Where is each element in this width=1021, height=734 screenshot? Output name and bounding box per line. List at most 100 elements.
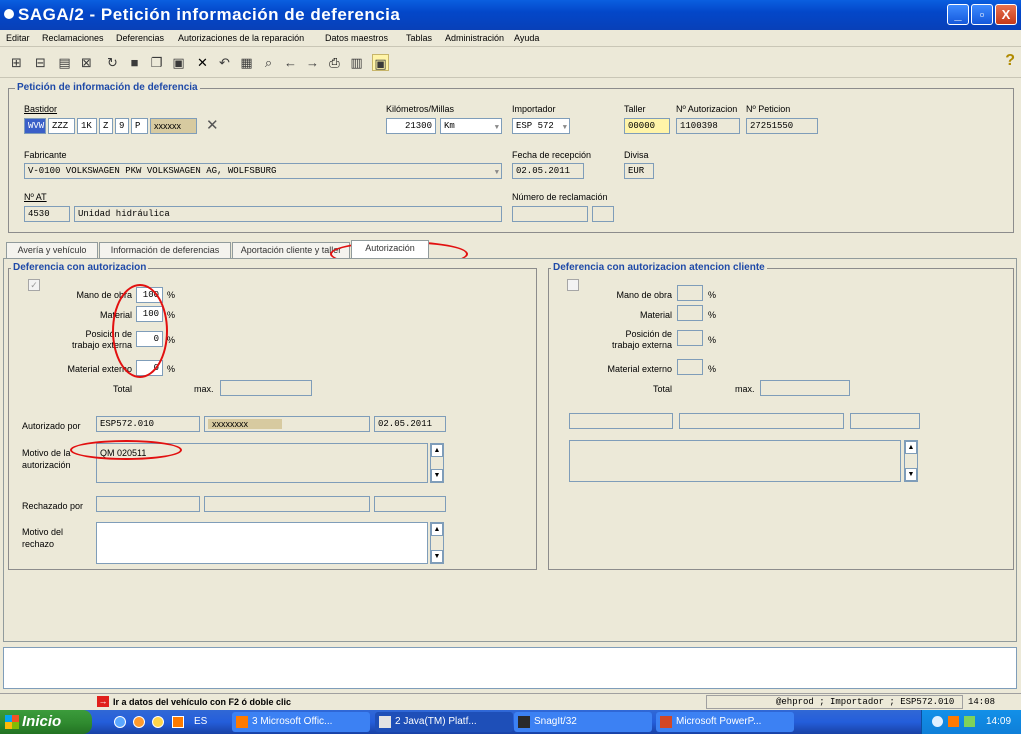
fecha-label: Fecha de recepción [512,150,592,160]
calculator-icon[interactable]: ▣ [372,54,389,71]
at-label: Nº AT [24,192,47,202]
bastidor-vds[interactable]: ZZZ [48,118,75,134]
barcode-icon[interactable]: ▥ [348,54,365,71]
menu-editar[interactable]: Editar [6,33,30,43]
ie-icon[interactable] [114,716,126,728]
km-unit-select[interactable]: Km ▼ [440,118,502,134]
print-icon[interactable]: ⎙ [326,54,343,71]
rechazado-name-field [204,496,370,512]
refresh-icon[interactable]: ↻ [104,54,121,71]
tray-network-icon[interactable] [932,716,943,727]
copy-record-icon[interactable]: ⊟ [32,54,49,71]
bastidor-serial[interactable]: xxxxxx [150,118,197,134]
clear-bastidor-icon[interactable]: ✕ [206,116,219,134]
tab-autorizacion[interactable]: Autorización [351,240,429,258]
scroll-up-icon: ▲ [431,523,443,536]
paste-icon[interactable]: ▣ [170,54,187,71]
right-material-ext-field[interactable] [677,359,703,375]
material-ext-pct: % [167,364,176,374]
media-icon[interactable] [152,716,164,728]
tab-averia[interactable]: Avería y vehículo [6,242,98,258]
right-mano-field[interactable] [677,285,703,301]
firefox-icon[interactable] [133,716,145,728]
right-autorizado-field [569,413,673,429]
right-motivo-textarea[interactable] [569,440,901,482]
task-java[interactable]: 2 Java(TM) Platf... [375,712,513,732]
material-label: Material [99,310,132,320]
right-posicion-field[interactable] [677,330,703,346]
km-field[interactable]: 21300 [386,118,436,134]
menu-tablas[interactable]: Tablas [406,33,432,43]
scroll-down-icon: ▼ [431,550,443,563]
rechazado-label: Rechazado por [22,501,84,511]
bastidor-wmi[interactable]: WVW [24,118,46,134]
posicion-field[interactable]: 0 [136,331,163,347]
minimize-button[interactable]: _ [947,4,969,25]
save-icon[interactable]: ■ [126,54,143,71]
new-record-icon[interactable]: ⊞ [8,54,25,71]
right-motivo-scrollbar[interactable]: ▲ ▼ [904,440,918,482]
menu-datos-maestros[interactable]: Datos maestros [325,33,388,43]
taller-label: Taller [624,104,646,114]
fabricante-select[interactable]: V-0100 VOLKSWAGEN PKW VOLKSWAGEN AG, WOL… [24,163,502,179]
motivo-scrollbar[interactable]: ▲ ▼ [430,443,444,483]
menu-administracion[interactable]: Administración [445,33,504,43]
right-material-field[interactable] [677,305,703,321]
tab-aportacion[interactable]: Aportación cliente y taller [232,242,350,258]
motivo-rechazo-scrollbar[interactable]: ▲ ▼ [430,522,444,564]
forward-arrow-icon[interactable]: → [304,54,321,71]
bastidor-plant[interactable]: P [131,118,148,134]
motivo-textarea[interactable]: QM 020511 [96,443,428,483]
posicion-label-1: Posición de [85,329,132,339]
message-area [3,647,1017,689]
back-arrow-icon[interactable]: ← [282,54,299,71]
posicion-pct: % [167,335,176,345]
bastidor-model[interactable]: 1K [77,118,97,134]
scroll-down-icon: ▼ [431,469,443,482]
search-folder-icon[interactable]: ▦ [238,54,255,71]
task-snagit[interactable]: SnagIt/32 [514,712,652,732]
menu-reclamaciones[interactable]: Reclamaciones [42,33,104,43]
task-office[interactable]: 3 Microsoft Offic... [232,712,370,732]
close-button[interactable]: X [995,4,1017,25]
toolbar: ⊞ ⊟ ▤ ⊠ ↻ ■ ❐ ▣ ✕ ↶ ▦ ⌕ ← → ⎙ ▥ ▣ ? [0,48,1021,78]
outlook-icon[interactable] [172,716,184,728]
maximize-button[interactable]: ▫ [971,4,993,25]
task-powerpoint[interactable]: Microsoft PowerP... [656,712,794,732]
tab-informacion[interactable]: Información de deferencias [99,242,231,258]
autorizacion-checkbox[interactable]: ✓ [28,279,40,291]
reclamacion-suffix-field[interactable] [592,206,614,222]
system-tray: 14:09 [921,710,1021,734]
reclamacion-field[interactable] [512,206,588,222]
autorizado-field: ESP572.010 [96,416,200,432]
delete-icon[interactable]: ✕ [194,54,211,71]
tray-office-icon[interactable] [948,716,959,727]
importador-label: Importador [512,104,556,114]
max-label: max. [194,384,214,394]
language-indicator[interactable]: ES [194,716,207,727]
tray-app-icon[interactable] [964,716,975,727]
atencion-checkbox[interactable] [567,279,579,291]
rechazado-date-field [374,496,446,512]
mano-field[interactable]: 100 [136,287,163,303]
start-button[interactable]: Inicio [0,710,92,734]
search-icon[interactable]: ⌕ [260,54,277,71]
document-icon[interactable]: ▤ [56,54,73,71]
copy-icon[interactable]: ❐ [148,54,165,71]
material-field[interactable]: 100 [136,306,163,322]
fecha-field: 02.05.2011 [512,163,584,179]
bastidor-check[interactable]: Z [99,118,113,134]
at-code-field[interactable]: 4530 [24,206,70,222]
menu-deferencias[interactable]: Deferencias [116,33,164,43]
taller-field[interactable]: 00000 [624,118,670,134]
importador-select[interactable]: ESP 572 ▼ [512,118,570,134]
motivo-label-1: Motivo de la [22,448,71,458]
menu-ayuda[interactable]: Ayuda [514,33,539,43]
bastidor-year[interactable]: 9 [115,118,129,134]
menu-autorizaciones[interactable]: Autorizaciones de la reparación [178,33,304,43]
motivo-rechazo-textarea[interactable] [96,522,428,564]
undo-icon[interactable]: ↶ [216,54,233,71]
cancel-document-icon[interactable]: ⊠ [78,54,95,71]
help-icon[interactable]: ? [1005,52,1015,70]
material-ext-field[interactable]: 0 [136,360,163,376]
